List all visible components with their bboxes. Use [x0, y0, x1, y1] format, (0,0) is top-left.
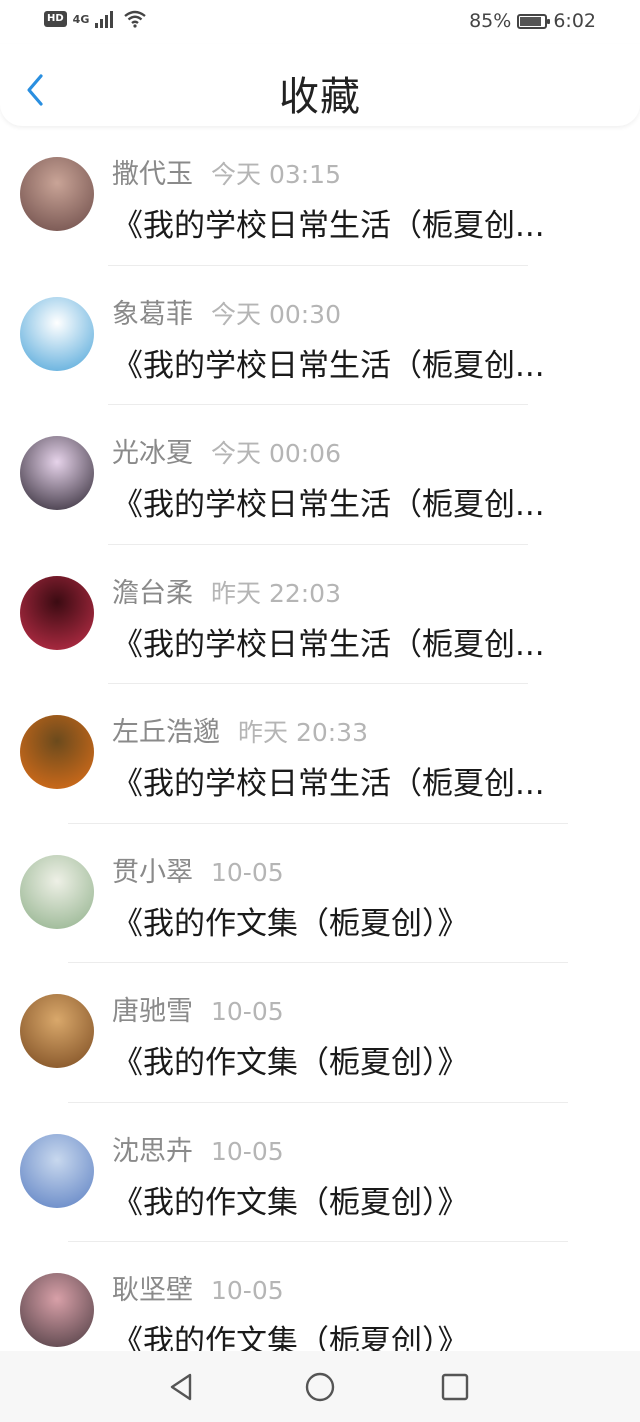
avatar[interactable]	[20, 436, 94, 510]
avatar[interactable]	[20, 296, 94, 371]
avatar[interactable]	[20, 157, 94, 231]
battery-percent: 85%	[469, 10, 512, 32]
item-meta: 光冰夏 今天 00:06	[112, 431, 341, 470]
user-name: 象葛菲	[112, 298, 193, 330]
timestamp: 今天 03:15	[211, 160, 341, 189]
item-meta: 贯小翠 10-05	[112, 850, 284, 889]
list-item[interactable]: 左丘浩邈 昨天 20:33 《我的学校日常生活（栀夏创...	[0, 684, 640, 824]
status-left: HD 4G	[44, 10, 147, 28]
work-title[interactable]: 《我的学校日常生活（栀夏创...	[112, 340, 592, 385]
timestamp: 10-05	[211, 1276, 284, 1305]
user-name: 澹台柔	[112, 577, 193, 609]
item-meta: 象葛菲 今天 00:30	[112, 292, 341, 331]
wifi-icon	[124, 10, 147, 28]
list-item[interactable]: 澹台柔 昨天 22:03 《我的学校日常生活（栀夏创...	[0, 545, 640, 684]
timestamp: 昨天 22:03	[211, 578, 341, 608]
battery-icon	[517, 13, 551, 29]
item-meta: 撒代玉 今天 03:15	[112, 152, 341, 191]
work-title[interactable]: 《我的学校日常生活（栀夏创...	[112, 479, 592, 524]
user-name: 沈思卉	[112, 1135, 193, 1167]
list-item[interactable]: 沈思卉 10-05 《我的作文集（栀夏创）》	[0, 1103, 640, 1242]
item-meta: 左丘浩邈 昨天 20:33	[112, 710, 368, 749]
timestamp: 昨天 20:33	[238, 718, 368, 747]
item-meta: 唐驰雪 10-05	[112, 989, 284, 1028]
avatar[interactable]	[20, 854, 94, 929]
work-title[interactable]: 《我的作文集（栀夏创）》	[112, 898, 592, 943]
timestamp: 10-05	[211, 1136, 284, 1166]
status-right: 85% 6:02	[469, 10, 596, 32]
timestamp: 今天 00:06	[211, 439, 341, 468]
work-title[interactable]: 《我的学校日常生活（栀夏创...	[112, 200, 592, 245]
favorites-list[interactable]: 撒代玉 今天 03:15 《我的学校日常生活（栀夏创... 象葛菲 今天 00:30 《我…	[0, 126, 640, 1351]
timestamp: 10-05	[211, 997, 284, 1026]
timestamp: 10-05	[211, 857, 284, 887]
circle-home-icon[interactable]	[302, 1369, 338, 1405]
list-item[interactable]: 唐驰雪 10-05 《我的作文集（栀夏创）》	[0, 963, 640, 1103]
hd-badge: HD	[44, 11, 67, 27]
user-name: 耿坚壁	[112, 1275, 193, 1306]
network-label: 4G	[72, 12, 90, 26]
list-item[interactable]: 耿坚壁 10-05 《我的作文集（栀夏创）》	[0, 1242, 640, 1351]
timestamp: 今天 00:30	[211, 299, 341, 329]
work-title[interactable]: 《我的学校日常生活（栀夏创...	[112, 758, 592, 803]
triangle-back-icon[interactable]	[164, 1369, 200, 1405]
page-title: 收藏	[279, 74, 361, 120]
battery-fill	[520, 16, 541, 26]
status-bar: HD 4G 85% 6:02	[0, 0, 640, 44]
list-item[interactable]: 撒代玉 今天 03:15 《我的学校日常生活（栀夏创...	[0, 126, 640, 266]
avatar[interactable]	[20, 1133, 94, 1208]
list-item[interactable]: 象葛菲 今天 00:30 《我的学校日常生活（栀夏创...	[0, 266, 640, 405]
item-meta: 沈思卉 10-05	[112, 1129, 284, 1168]
user-name: 左丘浩邈	[112, 717, 220, 748]
avatar[interactable]	[20, 575, 94, 650]
work-title[interactable]: 《我的作文集（栀夏创）》	[112, 1316, 592, 1351]
signal-icon	[95, 11, 114, 28]
square-recents-icon[interactable]	[437, 1369, 473, 1405]
clock: 6:02	[553, 10, 596, 32]
work-title[interactable]: 《我的作文集（栀夏创）》	[112, 1037, 592, 1082]
item-meta: 澹台柔 昨天 22:03	[112, 571, 341, 610]
user-name: 光冰夏	[112, 438, 193, 469]
header: 收藏	[0, 44, 640, 126]
list-item[interactable]: 贯小翠 10-05 《我的作文集（栀夏创）》	[0, 824, 640, 963]
user-name: 唐驰雪	[112, 996, 193, 1027]
user-name: 撒代玉	[112, 159, 193, 190]
system-nav-bar	[0, 1351, 640, 1422]
avatar[interactable]	[20, 1273, 94, 1347]
avatar[interactable]	[20, 994, 94, 1068]
avatar[interactable]	[20, 715, 94, 789]
user-name: 贯小翠	[112, 856, 193, 888]
list-item[interactable]: 光冰夏 今天 00:06 《我的学校日常生活（栀夏创...	[0, 405, 640, 545]
work-title[interactable]: 《我的作文集（栀夏创）》	[112, 1177, 592, 1222]
item-meta: 耿坚壁 10-05	[112, 1268, 284, 1307]
work-title[interactable]: 《我的学校日常生活（栀夏创...	[112, 619, 592, 664]
